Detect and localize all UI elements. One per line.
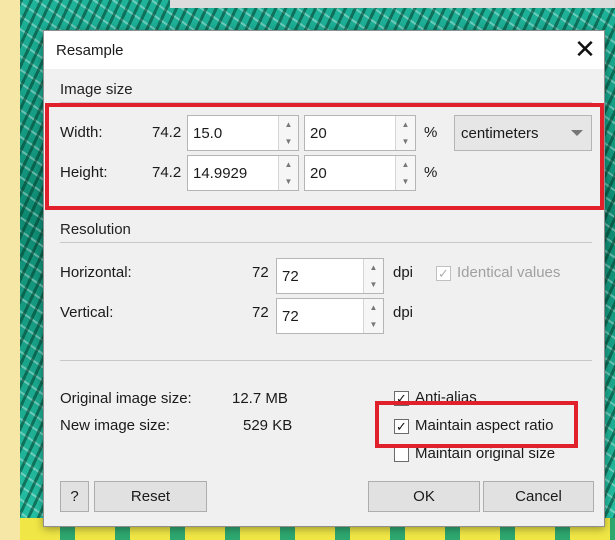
- height-percent-spinner[interactable]: ▲ ▼: [395, 156, 415, 190]
- anti-alias-label: Anti-alias: [415, 389, 477, 406]
- spin-up-icon[interactable]: ▲: [396, 116, 415, 133]
- horizontal-label: Horizontal:: [60, 264, 132, 281]
- spin-down-icon[interactable]: ▼: [396, 173, 415, 190]
- spin-down-icon[interactable]: ▼: [279, 173, 298, 190]
- resample-dialog: Resample ✕ Image size Width: 74.2 15.0 ▲…: [43, 30, 605, 527]
- height-original-value: 74.2: [152, 164, 182, 181]
- height-field[interactable]: 14.9929 ▲ ▼: [187, 155, 299, 191]
- width-percent-field[interactable]: 20 ▲ ▼: [304, 115, 416, 151]
- original-size-label: Original image size:: [60, 390, 192, 407]
- maintain-original-label: Maintain original size: [415, 445, 556, 462]
- vertical-value: 72: [282, 308, 299, 325]
- horizontal-value: 72: [282, 268, 299, 285]
- identical-values-checkbox[interactable]: ✓: [436, 266, 451, 281]
- horizontal-spinner[interactable]: ▲ ▼: [363, 259, 383, 293]
- width-percent-spinner[interactable]: ▲ ▼: [395, 116, 415, 150]
- help-button[interactable]: ?: [60, 481, 89, 512]
- horizontal-field[interactable]: 72 ▲ ▼: [276, 258, 384, 294]
- spin-up-icon[interactable]: ▲: [279, 156, 298, 173]
- spin-up-icon[interactable]: ▲: [279, 116, 298, 133]
- vertical-spinner[interactable]: ▲ ▼: [363, 299, 383, 333]
- width-spinner[interactable]: ▲ ▼: [278, 116, 298, 150]
- width-original-value: 74.2: [152, 124, 182, 141]
- original-size-value: 12.7 MB: [232, 390, 288, 407]
- anti-alias-checkbox[interactable]: ✓: [394, 391, 409, 406]
- height-label: Height:: [60, 164, 108, 181]
- width-label: Width:: [60, 124, 103, 141]
- spin-down-icon[interactable]: ▼: [364, 316, 383, 333]
- height-percent-value: 20: [310, 165, 327, 182]
- width-percent-symbol: %: [424, 124, 438, 141]
- reset-button[interactable]: Reset: [94, 481, 207, 512]
- resolution-heading: Resolution: [60, 221, 131, 238]
- height-percent-field[interactable]: 20 ▲ ▼: [304, 155, 416, 191]
- width-field[interactable]: 15.0 ▲ ▼: [187, 115, 299, 151]
- vertical-unit: dpi: [393, 304, 414, 321]
- maintain-aspect-checkbox[interactable]: ✓: [394, 419, 409, 434]
- info-divider: [60, 360, 592, 361]
- spin-up-icon[interactable]: ▲: [396, 156, 415, 173]
- image-size-divider: [60, 102, 592, 103]
- ok-button[interactable]: OK: [368, 481, 480, 512]
- spin-up-icon[interactable]: ▲: [364, 299, 383, 316]
- height-spinner[interactable]: ▲ ▼: [278, 156, 298, 190]
- width-percent-value: 20: [310, 125, 327, 142]
- vertical-field[interactable]: 72 ▲ ▼: [276, 298, 384, 334]
- maintain-original-checkbox[interactable]: [394, 447, 409, 462]
- height-percent-symbol: %: [424, 164, 438, 181]
- left-panel-strip: [0, 0, 20, 540]
- resolution-divider: [60, 242, 592, 243]
- dialog-titlebar: Resample ✕: [44, 31, 604, 69]
- top-toolbar-edge: [170, 0, 615, 8]
- new-size-value: 529 KB: [243, 417, 293, 434]
- unit-value: centimeters: [461, 125, 539, 142]
- spin-up-icon[interactable]: ▲: [364, 259, 383, 276]
- horizontal-unit: dpi: [393, 264, 414, 281]
- spin-down-icon[interactable]: ▼: [396, 133, 415, 150]
- width-value: 15.0: [193, 125, 223, 142]
- image-size-heading: Image size: [60, 81, 133, 98]
- chevron-down-icon: [571, 130, 583, 136]
- cancel-button[interactable]: Cancel: [483, 481, 594, 512]
- spin-down-icon[interactable]: ▼: [279, 133, 298, 150]
- unit-dropdown[interactable]: centimeters: [454, 115, 592, 151]
- horizontal-original-value: 72: [252, 264, 269, 281]
- dialog-title: Resample: [56, 42, 124, 59]
- close-icon[interactable]: ✕: [571, 35, 599, 63]
- vertical-original-value: 72: [252, 304, 269, 321]
- height-value: 14.9929: [193, 165, 248, 182]
- identical-values-label: Identical values: [457, 264, 561, 281]
- spin-down-icon[interactable]: ▼: [364, 276, 383, 293]
- vertical-label: Vertical:: [60, 304, 114, 321]
- new-size-label: New image size:: [60, 417, 171, 434]
- maintain-aspect-label: Maintain aspect ratio: [415, 417, 554, 434]
